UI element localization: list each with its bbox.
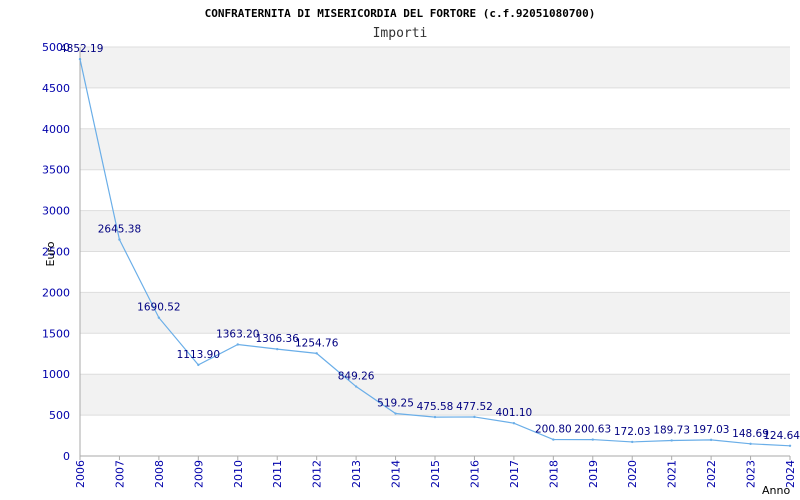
x-tick-label: 2021: [666, 460, 679, 488]
data-point: [788, 444, 792, 448]
x-tick-label: 2011: [271, 460, 284, 488]
y-tick-label: 0: [63, 450, 70, 463]
data-point: [354, 385, 358, 388]
x-tick-label: 2019: [587, 460, 600, 488]
x-axis-title: Anno: [762, 484, 790, 497]
data-label: 849.26: [338, 371, 375, 383]
x-tick-label: 2013: [350, 460, 363, 488]
x-tick-label: 2015: [429, 460, 442, 488]
data-point: [749, 442, 752, 446]
x-tick-label: 2023: [745, 460, 758, 488]
grid-band: [80, 210, 790, 252]
y-tick-label: 500: [49, 409, 70, 422]
y-tick-label: 4000: [42, 123, 70, 136]
data-label: 197.03: [693, 424, 730, 436]
data-label: 1306.36: [256, 333, 300, 345]
data-point: [473, 415, 476, 419]
x-tick-label: 2016: [468, 460, 481, 488]
data-label: 1254.76: [295, 337, 339, 349]
x-tick-label: 2018: [547, 460, 560, 488]
data-label: 519.25: [377, 398, 414, 410]
grid-band: [80, 292, 790, 334]
chart-title: CONFRATERNITA DI MISERICORDIA DEL FORTOR…: [205, 7, 596, 20]
y-tick-label: 3000: [42, 205, 70, 218]
data-point: [512, 421, 516, 425]
y-axis-title: Euro: [44, 241, 57, 266]
data-point: [78, 57, 82, 61]
x-tick-label: 2007: [113, 460, 126, 488]
data-label: 477.52: [456, 401, 493, 413]
data-label: 124.64: [763, 430, 800, 442]
data-label: 1690.52: [137, 302, 180, 314]
data-point: [591, 438, 594, 441]
chart: CONFRATERNITA DI MISERICORDIA DEL FORTOR…: [42, 7, 800, 497]
data-point: [394, 412, 397, 415]
grid-bands: [80, 46, 790, 457]
data-point: [552, 438, 555, 441]
grid-band: [80, 251, 790, 293]
y-tick-label: 1500: [42, 327, 70, 340]
data-point: [276, 347, 279, 351]
data-point: [315, 352, 318, 355]
data-label: 1363.20: [216, 328, 259, 340]
data-label: 200.63: [574, 424, 611, 436]
data-label: 401.10: [496, 407, 533, 419]
data-label: 189.73: [653, 424, 690, 436]
x-tick-label: 2006: [74, 460, 87, 488]
x-tick-label: 2022: [705, 460, 718, 488]
data-label: 1113.90: [177, 349, 220, 361]
data-point: [709, 438, 713, 442]
x-tick-label: 2012: [311, 460, 324, 488]
y-tick-label: 4500: [42, 82, 70, 95]
data-point: [670, 439, 673, 442]
data-label: 172.03: [614, 426, 651, 438]
x-tick-label: 2020: [626, 460, 639, 488]
data-point: [118, 238, 121, 241]
data-point: [197, 363, 200, 367]
x-tick-label: 2009: [192, 460, 205, 488]
grid-band: [80, 128, 790, 170]
data-label: 200.80: [535, 424, 572, 436]
y-tick-label: 2000: [42, 286, 70, 299]
data-point: [157, 316, 161, 319]
data-label: 4852.19: [60, 43, 103, 55]
data-label: 2645.38: [98, 224, 141, 236]
x-tick-label: 2010: [232, 460, 245, 488]
data-point: [433, 415, 437, 419]
grid-band: [80, 169, 790, 211]
x-tick-labels: 2006 2007 2008 2009 2010 2011 2012 2013 2014 2015…: [74, 460, 797, 488]
x-tick-label: 2008: [153, 460, 166, 488]
data-label: 475.58: [417, 401, 454, 413]
x-tick-label: 2017: [508, 460, 521, 488]
y-tick-label: 1000: [42, 368, 70, 381]
x-tick-label: 2014: [390, 460, 403, 488]
data-point: [631, 440, 634, 444]
chart-subtitle: Importi: [373, 26, 428, 41]
grid-band: [80, 87, 790, 129]
data-point: [236, 343, 239, 346]
grid-band: [80, 47, 790, 88]
y-tick-label: 3500: [42, 164, 70, 177]
